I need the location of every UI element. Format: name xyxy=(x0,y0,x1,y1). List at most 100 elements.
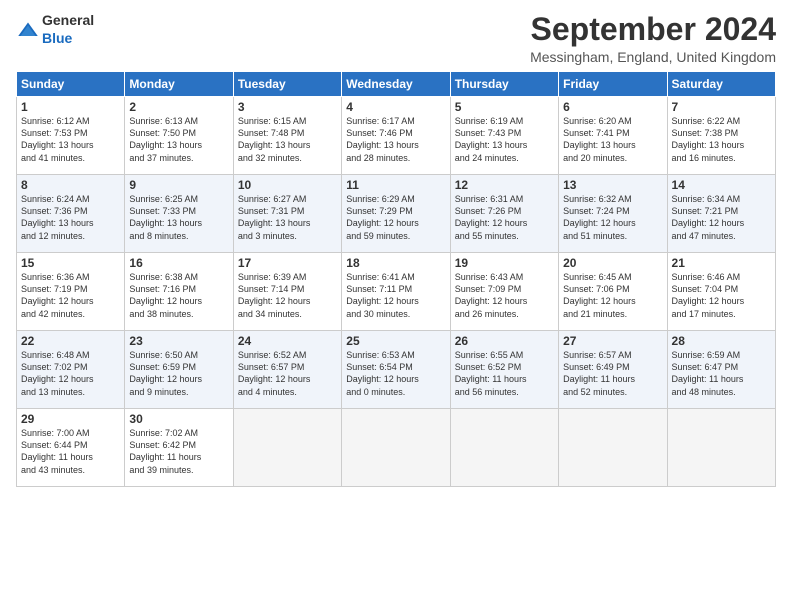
day-number: 1 xyxy=(21,100,120,114)
calendar-cell: 17Sunrise: 6:39 AM Sunset: 7:14 PM Dayli… xyxy=(233,253,341,331)
calendar-cell: 25Sunrise: 6:53 AM Sunset: 6:54 PM Dayli… xyxy=(342,331,450,409)
day-detail: Sunrise: 6:43 AM Sunset: 7:09 PM Dayligh… xyxy=(455,271,554,320)
day-detail: Sunrise: 6:41 AM Sunset: 7:11 PM Dayligh… xyxy=(346,271,445,320)
col-thursday: Thursday xyxy=(450,72,558,97)
day-detail: Sunrise: 6:46 AM Sunset: 7:04 PM Dayligh… xyxy=(672,271,771,320)
day-detail: Sunrise: 6:19 AM Sunset: 7:43 PM Dayligh… xyxy=(455,115,554,164)
calendar-cell: 23Sunrise: 6:50 AM Sunset: 6:59 PM Dayli… xyxy=(125,331,233,409)
day-number: 5 xyxy=(455,100,554,114)
day-detail: Sunrise: 6:55 AM Sunset: 6:52 PM Dayligh… xyxy=(455,349,554,398)
calendar-week-1: 1Sunrise: 6:12 AM Sunset: 7:53 PM Daylig… xyxy=(17,97,776,175)
day-detail: Sunrise: 6:36 AM Sunset: 7:19 PM Dayligh… xyxy=(21,271,120,320)
calendar-cell: 15Sunrise: 6:36 AM Sunset: 7:19 PM Dayli… xyxy=(17,253,125,331)
logo-blue: Blue xyxy=(42,30,72,46)
day-detail: Sunrise: 6:48 AM Sunset: 7:02 PM Dayligh… xyxy=(21,349,120,398)
header: General Blue September 2024 Messingham, … xyxy=(16,12,776,65)
day-detail: Sunrise: 6:25 AM Sunset: 7:33 PM Dayligh… xyxy=(129,193,228,242)
day-number: 20 xyxy=(563,256,662,270)
calendar-cell: 5Sunrise: 6:19 AM Sunset: 7:43 PM Daylig… xyxy=(450,97,558,175)
day-detail: Sunrise: 6:38 AM Sunset: 7:16 PM Dayligh… xyxy=(129,271,228,320)
day-detail: Sunrise: 6:53 AM Sunset: 6:54 PM Dayligh… xyxy=(346,349,445,398)
day-number: 23 xyxy=(129,334,228,348)
day-number: 12 xyxy=(455,178,554,192)
calendar-cell xyxy=(559,409,667,487)
title-block: September 2024 Messingham, England, Unit… xyxy=(530,12,776,65)
day-number: 14 xyxy=(672,178,771,192)
calendar-cell: 8Sunrise: 6:24 AM Sunset: 7:36 PM Daylig… xyxy=(17,175,125,253)
calendar-cell xyxy=(667,409,775,487)
col-saturday: Saturday xyxy=(667,72,775,97)
calendar-cell: 30Sunrise: 7:02 AM Sunset: 6:42 PM Dayli… xyxy=(125,409,233,487)
day-number: 21 xyxy=(672,256,771,270)
day-detail: Sunrise: 6:45 AM Sunset: 7:06 PM Dayligh… xyxy=(563,271,662,320)
header-row: Sunday Monday Tuesday Wednesday Thursday… xyxy=(17,72,776,97)
calendar-week-2: 8Sunrise: 6:24 AM Sunset: 7:36 PM Daylig… xyxy=(17,175,776,253)
day-number: 7 xyxy=(672,100,771,114)
calendar-cell: 22Sunrise: 6:48 AM Sunset: 7:02 PM Dayli… xyxy=(17,331,125,409)
calendar-cell: 3Sunrise: 6:15 AM Sunset: 7:48 PM Daylig… xyxy=(233,97,341,175)
calendar-cell: 6Sunrise: 6:20 AM Sunset: 7:41 PM Daylig… xyxy=(559,97,667,175)
page: General Blue September 2024 Messingham, … xyxy=(0,0,792,497)
day-detail: Sunrise: 6:24 AM Sunset: 7:36 PM Dayligh… xyxy=(21,193,120,242)
day-detail: Sunrise: 6:13 AM Sunset: 7:50 PM Dayligh… xyxy=(129,115,228,164)
day-number: 3 xyxy=(238,100,337,114)
calendar-cell: 27Sunrise: 6:57 AM Sunset: 6:49 PM Dayli… xyxy=(559,331,667,409)
logo-general: General xyxy=(42,12,94,28)
calendar-cell: 21Sunrise: 6:46 AM Sunset: 7:04 PM Dayli… xyxy=(667,253,775,331)
calendar-cell: 18Sunrise: 6:41 AM Sunset: 7:11 PM Dayli… xyxy=(342,253,450,331)
calendar-cell: 24Sunrise: 6:52 AM Sunset: 6:57 PM Dayli… xyxy=(233,331,341,409)
day-detail: Sunrise: 6:57 AM Sunset: 6:49 PM Dayligh… xyxy=(563,349,662,398)
col-sunday: Sunday xyxy=(17,72,125,97)
day-number: 22 xyxy=(21,334,120,348)
day-number: 6 xyxy=(563,100,662,114)
calendar-cell: 20Sunrise: 6:45 AM Sunset: 7:06 PM Dayli… xyxy=(559,253,667,331)
calendar-cell: 4Sunrise: 6:17 AM Sunset: 7:46 PM Daylig… xyxy=(342,97,450,175)
day-detail: Sunrise: 7:02 AM Sunset: 6:42 PM Dayligh… xyxy=(129,427,228,476)
day-detail: Sunrise: 6:32 AM Sunset: 7:24 PM Dayligh… xyxy=(563,193,662,242)
day-number: 19 xyxy=(455,256,554,270)
location: Messingham, England, United Kingdom xyxy=(530,49,776,65)
calendar-cell xyxy=(233,409,341,487)
calendar-cell: 26Sunrise: 6:55 AM Sunset: 6:52 PM Dayli… xyxy=(450,331,558,409)
day-number: 17 xyxy=(238,256,337,270)
calendar-cell: 1Sunrise: 6:12 AM Sunset: 7:53 PM Daylig… xyxy=(17,97,125,175)
calendar-cell: 2Sunrise: 6:13 AM Sunset: 7:50 PM Daylig… xyxy=(125,97,233,175)
calendar-week-4: 22Sunrise: 6:48 AM Sunset: 7:02 PM Dayli… xyxy=(17,331,776,409)
day-number: 13 xyxy=(563,178,662,192)
calendar-cell xyxy=(342,409,450,487)
calendar-cell: 7Sunrise: 6:22 AM Sunset: 7:38 PM Daylig… xyxy=(667,97,775,175)
day-detail: Sunrise: 6:12 AM Sunset: 7:53 PM Dayligh… xyxy=(21,115,120,164)
day-detail: Sunrise: 7:00 AM Sunset: 6:44 PM Dayligh… xyxy=(21,427,120,476)
calendar-cell xyxy=(450,409,558,487)
day-detail: Sunrise: 6:22 AM Sunset: 7:38 PM Dayligh… xyxy=(672,115,771,164)
day-number: 2 xyxy=(129,100,228,114)
day-detail: Sunrise: 6:15 AM Sunset: 7:48 PM Dayligh… xyxy=(238,115,337,164)
col-monday: Monday xyxy=(125,72,233,97)
calendar-cell: 12Sunrise: 6:31 AM Sunset: 7:26 PM Dayli… xyxy=(450,175,558,253)
day-detail: Sunrise: 6:17 AM Sunset: 7:46 PM Dayligh… xyxy=(346,115,445,164)
logo-icon xyxy=(16,21,40,39)
day-detail: Sunrise: 6:27 AM Sunset: 7:31 PM Dayligh… xyxy=(238,193,337,242)
day-number: 16 xyxy=(129,256,228,270)
day-detail: Sunrise: 6:20 AM Sunset: 7:41 PM Dayligh… xyxy=(563,115,662,164)
day-number: 10 xyxy=(238,178,337,192)
day-number: 26 xyxy=(455,334,554,348)
calendar-week-5: 29Sunrise: 7:00 AM Sunset: 6:44 PM Dayli… xyxy=(17,409,776,487)
day-number: 9 xyxy=(129,178,228,192)
calendar-cell: 16Sunrise: 6:38 AM Sunset: 7:16 PM Dayli… xyxy=(125,253,233,331)
col-friday: Friday xyxy=(559,72,667,97)
day-detail: Sunrise: 6:39 AM Sunset: 7:14 PM Dayligh… xyxy=(238,271,337,320)
calendar-cell: 29Sunrise: 7:00 AM Sunset: 6:44 PM Dayli… xyxy=(17,409,125,487)
calendar-cell: 13Sunrise: 6:32 AM Sunset: 7:24 PM Dayli… xyxy=(559,175,667,253)
day-detail: Sunrise: 6:29 AM Sunset: 7:29 PM Dayligh… xyxy=(346,193,445,242)
logo: General Blue xyxy=(16,12,94,48)
day-detail: Sunrise: 6:50 AM Sunset: 6:59 PM Dayligh… xyxy=(129,349,228,398)
day-number: 8 xyxy=(21,178,120,192)
calendar-cell: 10Sunrise: 6:27 AM Sunset: 7:31 PM Dayli… xyxy=(233,175,341,253)
day-detail: Sunrise: 6:52 AM Sunset: 6:57 PM Dayligh… xyxy=(238,349,337,398)
month-title: September 2024 xyxy=(530,12,776,47)
calendar-cell: 28Sunrise: 6:59 AM Sunset: 6:47 PM Dayli… xyxy=(667,331,775,409)
day-number: 30 xyxy=(129,412,228,426)
day-number: 28 xyxy=(672,334,771,348)
day-number: 24 xyxy=(238,334,337,348)
